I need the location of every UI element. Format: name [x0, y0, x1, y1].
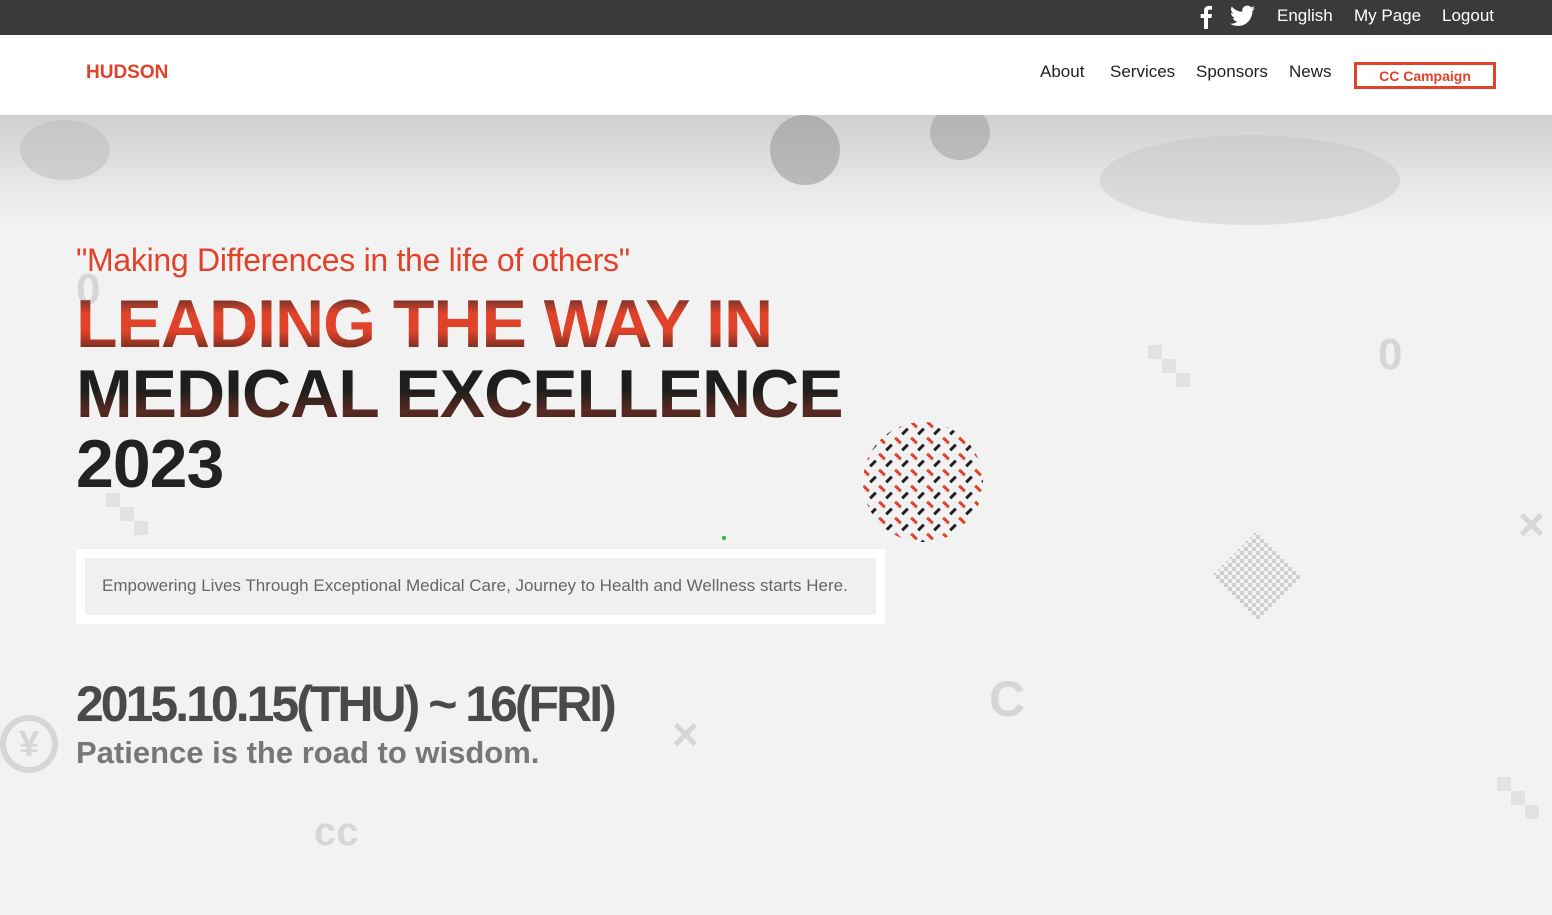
- cc-campaign-button[interactable]: CC Campaign: [1354, 62, 1496, 89]
- headline-year: 2023: [76, 426, 224, 502]
- headline-line-1: LEADING THE WAY IN: [76, 289, 843, 359]
- decor-x-icon: ×: [672, 708, 699, 760]
- decor-yen-icon: ¥: [0, 715, 58, 773]
- hero-background-photo: [0, 115, 1552, 225]
- decor-cc-icon: cc: [314, 810, 359, 854]
- nav-news[interactable]: News: [1289, 62, 1332, 82]
- decor-zero-icon: 0: [1378, 330, 1403, 379]
- nav-sponsors[interactable]: Sponsors: [1196, 62, 1268, 82]
- main-header: HUDSON About Services Sponsors News CC C…: [0, 35, 1552, 115]
- decor-diamond-grid-icon: [1212, 531, 1302, 621]
- facebook-icon[interactable]: [1198, 5, 1214, 29]
- headline-line-2: MEDICAL EXCELLENCE: [76, 356, 844, 432]
- decor-pattern-circle-icon: [863, 422, 983, 542]
- event-date: 2015.10.15(THU) ~ 16(FRI): [76, 676, 617, 732]
- indicator-dot: [722, 536, 726, 540]
- hero-headline: LEADING THE WAY IN MEDICAL EXCELLENCE 20…: [76, 289, 844, 502]
- hero-quote: "Making Differences in the life of other…: [76, 242, 630, 278]
- decor-x-icon: ×: [1518, 498, 1545, 550]
- top-utility-bar: English My Page Logout: [0, 0, 1552, 35]
- hero-subtitle-box: Empowering Lives Through Exceptional Med…: [76, 549, 885, 624]
- my-page-link[interactable]: My Page: [1354, 6, 1421, 26]
- decor-squares-icon: [1148, 345, 1190, 387]
- site-logo[interactable]: HUDSON: [86, 62, 168, 84]
- logout-link[interactable]: Logout: [1442, 6, 1494, 26]
- nav-about[interactable]: About: [1040, 62, 1084, 82]
- language-link[interactable]: English: [1277, 6, 1333, 26]
- hero-subtitle: Empowering Lives Through Exceptional Med…: [102, 576, 848, 595]
- decor-c-icon: C: [989, 671, 1026, 727]
- hero-section: 0 0 C cc × × ¥ "Making Differences in th…: [0, 115, 1552, 915]
- decor-squares-icon: [1497, 777, 1539, 819]
- twitter-icon[interactable]: [1230, 5, 1255, 27]
- hero-motto: Patience is the road to wisdom.: [76, 735, 540, 770]
- nav-services[interactable]: Services: [1110, 62, 1175, 82]
